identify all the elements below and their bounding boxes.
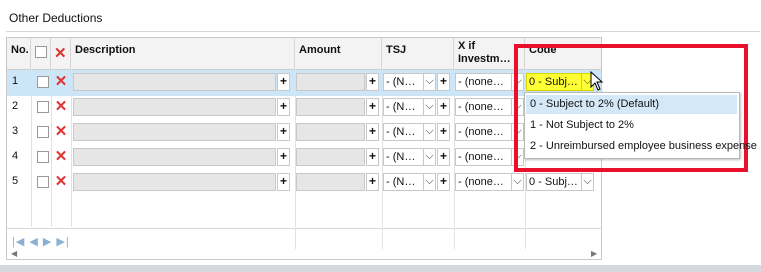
panel-title: Other Deductions [9, 11, 103, 25]
description-expand-button[interactable]: + [277, 148, 290, 166]
delete-row-icon[interactable]: ✕ [54, 148, 68, 166]
investment-select[interactable]: - (none… [455, 98, 512, 116]
tsj-dropdown-icon[interactable]: ⌵ [423, 173, 436, 191]
code-select[interactable]: 0 - Subj… [526, 173, 582, 191]
tsj-dropdown-icon[interactable]: ⌵ [423, 123, 436, 141]
investment-select[interactable]: - (none… [455, 73, 512, 91]
description-expand-button[interactable]: + [277, 173, 290, 191]
code-dropdown-menu: 0 - Subject to 2% (Default) 1 - Not Subj… [524, 92, 757, 159]
table-row[interactable]: 5 ✕ + + - (N… ⌵ + - (none… ⌵ 0 - Subj… ⌵ [7, 170, 601, 196]
delete-row-icon[interactable]: ✕ [54, 173, 68, 191]
tsj-add-button[interactable]: + [437, 173, 450, 191]
row-checkbox[interactable] [37, 176, 49, 188]
deductions-grid: No. ✕ Description Amount TSJ X if Invest… [6, 37, 602, 260]
description-input[interactable] [73, 173, 276, 191]
select-all-checkbox[interactable] [35, 46, 47, 58]
code-option-0[interactable]: 0 - Subject to 2% (Default) [526, 95, 737, 114]
row-number: 4 [12, 150, 19, 162]
amount-input[interactable] [296, 73, 365, 91]
row-number: 1 [12, 75, 19, 87]
delete-row-icon[interactable]: ✕ [54, 123, 68, 141]
grid-header: No. ✕ Description Amount TSJ X if Invest… [7, 38, 601, 70]
amount-expand-button[interactable]: + [366, 123, 379, 141]
table-row[interactable]: 1 ✕ + + - (N… ⌵ + - (none… ⌵ 0 - Subj… ⌵ [7, 70, 601, 96]
amount-input[interactable] [296, 123, 365, 141]
code-option-2[interactable]: 2 - Unreimbursed employee business expen… [526, 137, 757, 156]
column-header-tsj: TSJ [382, 38, 454, 69]
scroll-right-icon[interactable]: ▶ [591, 249, 597, 258]
delete-row-icon[interactable]: ✕ [54, 98, 68, 116]
mouse-cursor-icon [590, 71, 604, 91]
tsj-add-button[interactable]: + [437, 73, 450, 91]
tsj-select[interactable]: - (N… [383, 123, 424, 141]
column-header-description: Description [71, 38, 295, 69]
tsj-dropdown-icon[interactable]: ⌵ [423, 73, 436, 91]
code-dropdown-icon[interactable]: ⌵ [581, 173, 594, 191]
tsj-select[interactable]: - (N… [383, 148, 424, 166]
amount-expand-button[interactable]: + [366, 73, 379, 91]
table-row[interactable]: 2 ✕ + + - (N… ⌵ + - (none… ⌵ [7, 95, 601, 121]
description-expand-button[interactable]: + [277, 98, 290, 116]
investment-select[interactable]: - (none… [455, 173, 512, 191]
title-divider [6, 31, 760, 32]
column-divider [454, 229, 455, 249]
row-checkbox[interactable] [37, 76, 49, 88]
scroll-left-icon[interactable]: ◀ [11, 249, 17, 258]
row-checkbox[interactable] [37, 126, 49, 138]
amount-expand-button[interactable]: + [366, 148, 379, 166]
column-header-select-all[interactable] [31, 38, 51, 69]
table-row[interactable]: 3 ✕ + + - (N… ⌵ + - (none… ⌵ [7, 120, 601, 146]
column-header-no: No. [7, 38, 31, 69]
tsj-dropdown-icon[interactable]: ⌵ [423, 98, 436, 116]
table-row[interactable]: 4 ✕ + + - (N… ⌵ + - (none… ⌵ [7, 145, 601, 171]
amount-input[interactable] [296, 98, 365, 116]
investment-dropdown-icon[interactable]: ⌵ [511, 173, 524, 191]
other-deductions-panel: Other Deductions No. ✕ Description Amoun… [0, 0, 761, 266]
column-header-delete: ✕ [51, 38, 71, 69]
tsj-add-button[interactable]: + [437, 98, 450, 116]
column-divider [295, 229, 296, 249]
row-checkbox[interactable] [37, 151, 49, 163]
description-input[interactable] [73, 148, 276, 166]
tsj-add-button[interactable]: + [437, 123, 450, 141]
amount-expand-button[interactable]: + [366, 173, 379, 191]
tsj-select[interactable]: - (N… [383, 73, 424, 91]
grid-footer: |◀ ◀ ▶ ▶| ◀ ▶ [7, 228, 601, 259]
tsj-select[interactable]: - (N… [383, 98, 424, 116]
investment-select[interactable]: - (none… [455, 123, 512, 141]
row-number: 3 [12, 125, 19, 137]
row-checkbox[interactable] [37, 101, 49, 113]
description-expand-button[interactable]: + [277, 123, 290, 141]
tsj-add-button[interactable]: + [437, 148, 450, 166]
column-divider [382, 229, 383, 249]
code-option-1[interactable]: 1 - Not Subject to 2% [526, 116, 737, 135]
delete-all-icon[interactable]: ✕ [54, 44, 67, 62]
column-divider [525, 229, 526, 249]
row-number: 5 [12, 175, 19, 187]
row-number: 2 [12, 100, 19, 112]
amount-expand-button[interactable]: + [366, 98, 379, 116]
amount-input[interactable] [296, 173, 365, 191]
delete-row-icon[interactable]: ✕ [54, 73, 68, 91]
tsj-select[interactable]: - (N… [383, 173, 424, 191]
investment-header-label: X if Investm… [458, 40, 511, 65]
amount-input[interactable] [296, 148, 365, 166]
column-header-amount: Amount [295, 38, 382, 69]
description-input[interactable] [73, 98, 276, 116]
tsj-dropdown-icon[interactable]: ⌵ [423, 148, 436, 166]
description-input[interactable] [73, 73, 276, 91]
investment-select[interactable]: - (none… [455, 148, 512, 166]
description-expand-button[interactable]: + [277, 73, 290, 91]
window-bottom-edge [0, 265, 761, 272]
description-input[interactable] [73, 123, 276, 141]
record-navigation-icon[interactable]: |◀ ◀ ▶ ▶| [12, 235, 70, 248]
